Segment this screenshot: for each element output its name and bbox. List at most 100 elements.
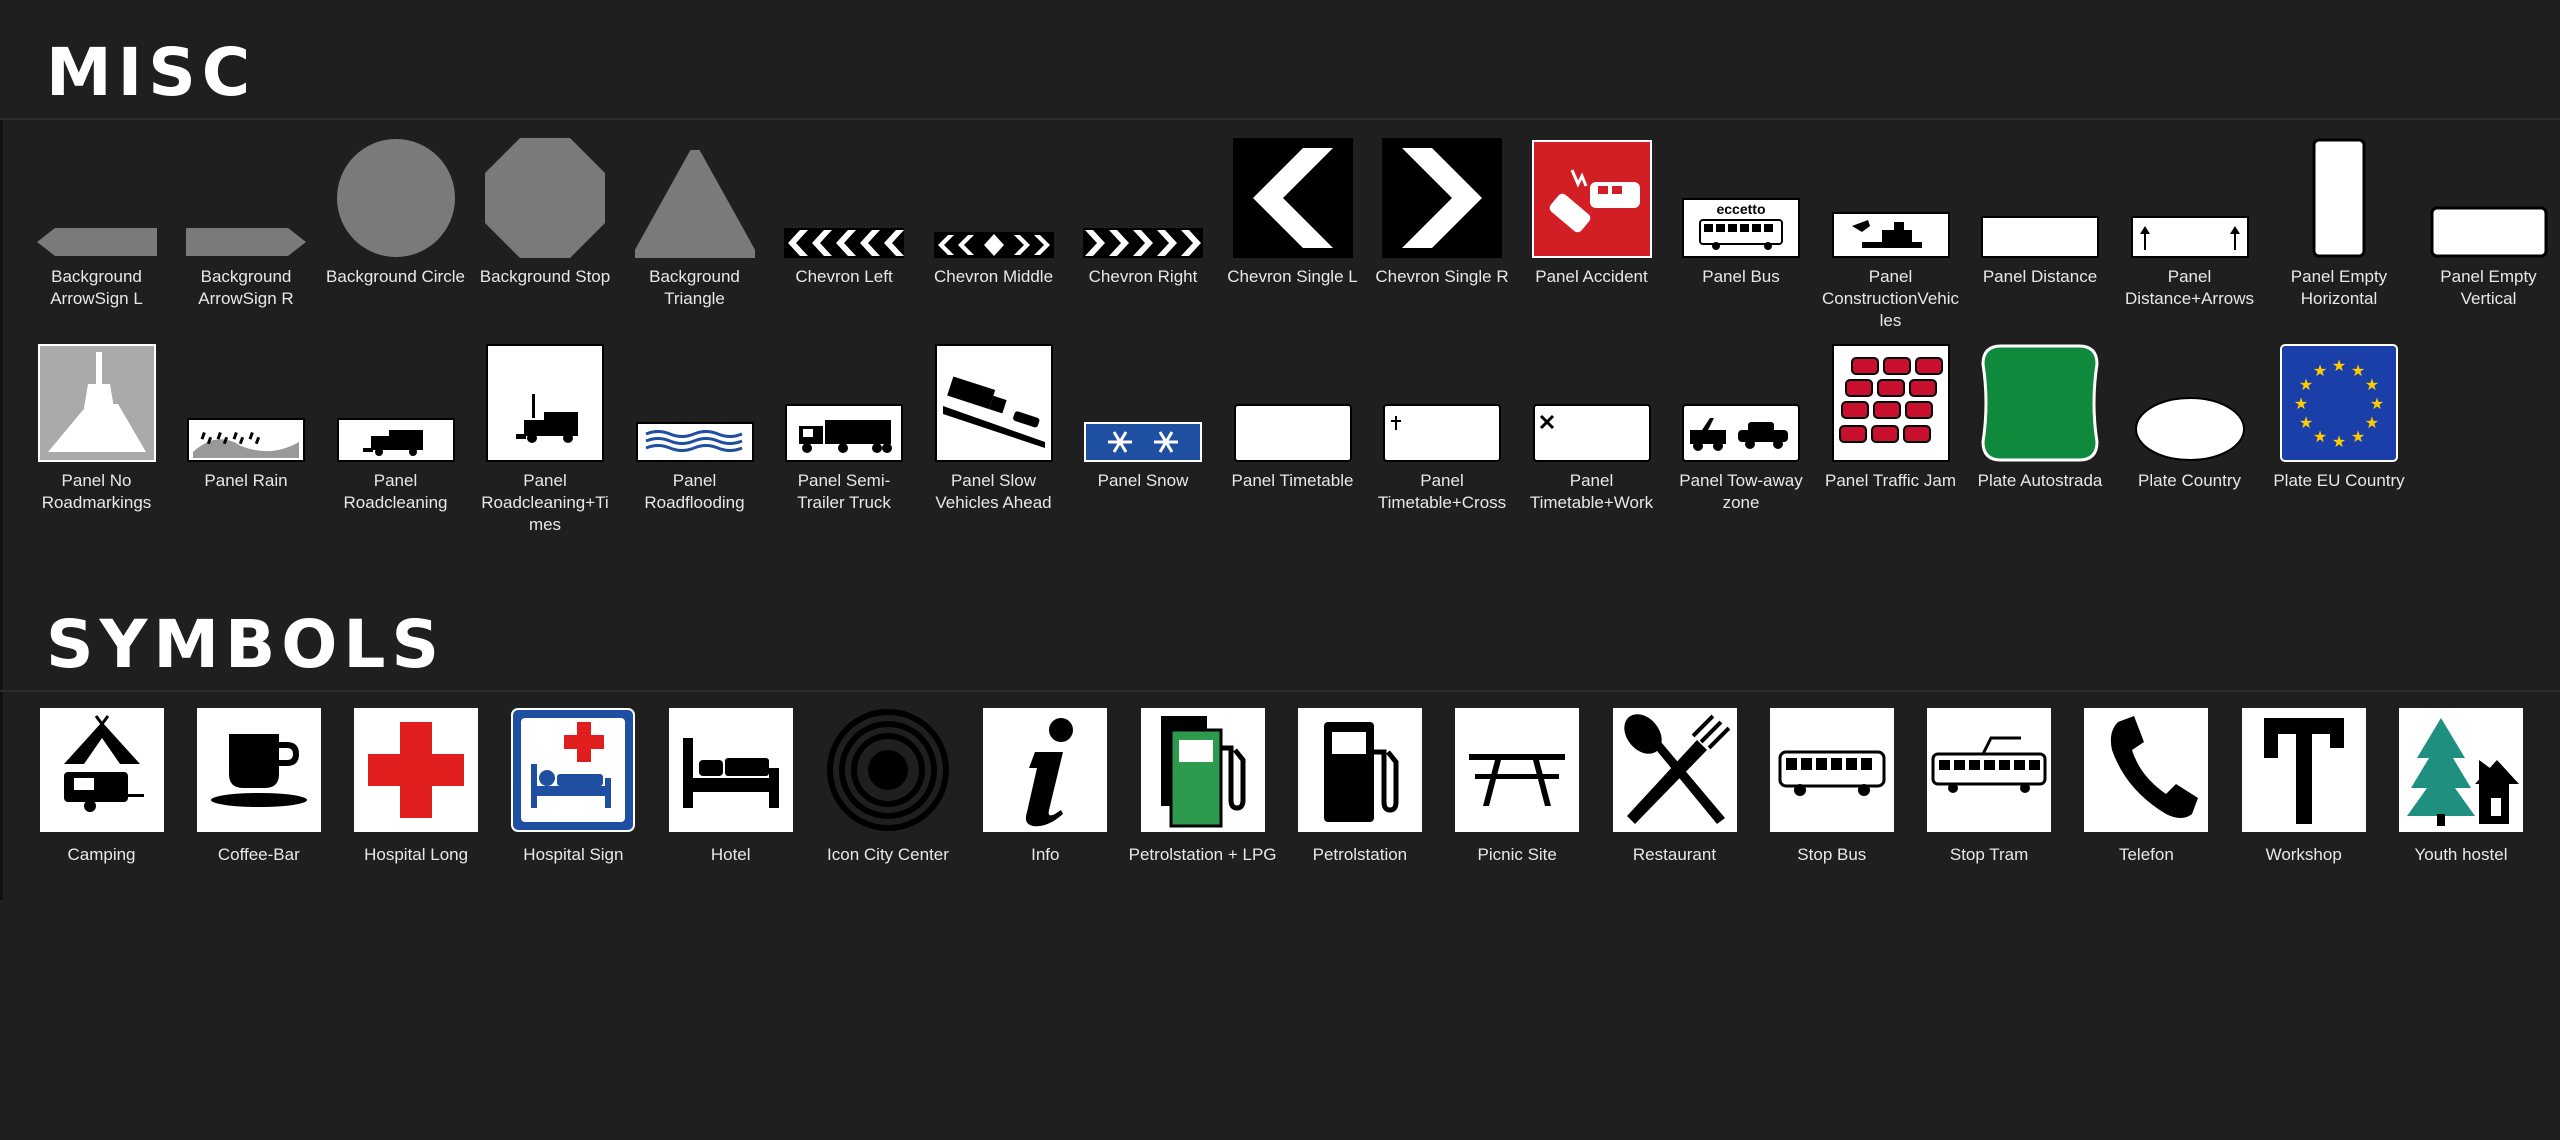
misc-item[interactable]: Panel Snow xyxy=(1069,334,1218,492)
misc-item[interactable]: Panel Rain xyxy=(172,334,321,492)
misc-item[interactable]: Chevron Middle xyxy=(919,130,1068,288)
misc-item[interactable]: Plate Autostrada xyxy=(1966,334,2115,492)
symbol-item[interactable]: Telefon xyxy=(2068,706,2225,866)
symbol-label: Hotel xyxy=(710,845,751,864)
misc-item[interactable]: Background Stop xyxy=(471,130,620,288)
symbol-item[interactable]: Picnic Site xyxy=(1439,706,1596,866)
misc-item[interactable]: Background ArrowSign L xyxy=(22,130,171,310)
left-edge xyxy=(0,120,3,900)
construction-vehicle-icon xyxy=(1816,130,1965,258)
wrench-icon xyxy=(2225,706,2382,834)
misc-item[interactable]: Chevron Single L xyxy=(1218,130,1367,288)
symbol-label: Picnic Site xyxy=(1477,845,1557,864)
symbol-label: Stop Tram xyxy=(1949,845,2029,864)
misc-label: Panel Tow-away zone xyxy=(1679,471,1803,512)
misc-label: Panel Bus xyxy=(1702,267,1780,286)
circle-icon xyxy=(321,130,470,258)
misc-item[interactable]: Panel Roadcleaning xyxy=(321,334,470,514)
misc-item[interactable]: Panel No Roadmarkings xyxy=(22,334,171,514)
misc-item[interactable]: Panel Tow-away zone xyxy=(1667,334,1816,514)
symbol-item[interactable]: Icon City Center xyxy=(810,706,967,866)
misc-item[interactable]: Panel Roadcleaning+Times xyxy=(471,334,620,536)
no-roadmarkings-icon xyxy=(22,334,171,462)
misc-item[interactable]: Panel Timetable xyxy=(1218,334,1367,492)
chevron-left-icon xyxy=(770,130,919,258)
city-center-icon xyxy=(810,706,967,834)
symbol-item[interactable]: Petrolstation xyxy=(1281,706,1438,866)
svg-text:★: ★ xyxy=(2313,361,2327,380)
misc-label: Panel Timetable xyxy=(1231,471,1354,490)
telephone-icon xyxy=(2068,706,2225,834)
misc-item[interactable]: eccetto Panel Bus xyxy=(1667,130,1816,288)
symbol-label: Petrolstation + LPG xyxy=(1128,845,1277,864)
slow-vehicles-icon xyxy=(919,334,1068,462)
misc-item[interactable]: Chevron Single R xyxy=(1368,130,1517,288)
symbol-item[interactable]: Stop Tram xyxy=(1911,706,2068,866)
traffic-jam-icon xyxy=(1816,334,1965,462)
tow-away-icon xyxy=(1667,334,1816,462)
symbol-item[interactable]: Restaurant xyxy=(1596,706,1753,866)
symbol-item[interactable]: Camping xyxy=(23,706,180,866)
hospital-bed-icon xyxy=(495,706,652,834)
misc-item[interactable]: Panel ConstructionVehicles xyxy=(1816,130,1965,332)
symbol-item[interactable]: Hospital Long xyxy=(338,706,495,866)
bus-panel-icon: eccetto xyxy=(1667,130,1816,258)
chevron-single-right-icon xyxy=(1368,130,1517,258)
misc-item[interactable]: Background Triangle xyxy=(620,130,769,310)
misc-item[interactable]: Plate Country xyxy=(2115,334,2264,492)
arrow-sign-left-icon xyxy=(22,130,171,258)
misc-item[interactable]: ★ ★ ★ ★ ★ ★ ★ ★ ★ ★ ★ ★ Plate EU Country xyxy=(2265,334,2414,492)
misc-item[interactable]: Panel Timetable+Cross xyxy=(1368,334,1517,514)
symbol-label: Coffee-Bar xyxy=(217,845,300,864)
misc-label: Panel Accident xyxy=(1535,267,1648,286)
symbol-item[interactable]: Petrolstation + LPG xyxy=(1124,706,1281,866)
distance-panel-icon xyxy=(1966,130,2115,258)
misc-label: Panel Roadcleaning+Times xyxy=(481,471,609,534)
svg-text:★: ★ xyxy=(2365,413,2379,432)
misc-label: Background Circle xyxy=(326,267,465,286)
symbol-item[interactable]: Hotel xyxy=(652,706,809,866)
misc-item[interactable]: Panel Distance+Arrows xyxy=(2115,130,2264,310)
symbol-label: Stop Bus xyxy=(1797,845,1867,864)
misc-item[interactable]: Panel Empty Horizontal xyxy=(2265,130,2414,310)
svg-text:★: ★ xyxy=(2294,394,2308,413)
symbol-item[interactable]: Coffee-Bar xyxy=(180,706,337,866)
bus-icon xyxy=(1753,706,1910,834)
timetable-icon xyxy=(1218,334,1367,462)
rain-icon xyxy=(172,334,321,462)
triangle-icon xyxy=(620,130,769,258)
misc-item[interactable]: Background ArrowSign R xyxy=(172,130,321,310)
semi-trailer-truck-icon xyxy=(770,334,919,462)
misc-label: Panel ConstructionVehicles xyxy=(1821,267,1960,330)
misc-item[interactable]: Chevron Right xyxy=(1069,130,1218,288)
symbol-item[interactable]: Youth hostel xyxy=(2383,706,2540,866)
tram-icon xyxy=(1911,706,2068,834)
misc-item[interactable]: Panel Distance xyxy=(1966,130,2115,288)
misc-item[interactable]: Panel Semi-Trailer Truck xyxy=(770,334,919,514)
symbol-item[interactable]: Hospital Sign xyxy=(495,706,652,866)
misc-item[interactable]: Panel Slow Vehicles Ahead xyxy=(919,334,1068,514)
svg-text:★: ★ xyxy=(2299,375,2313,394)
svg-text:★: ★ xyxy=(2351,361,2365,380)
misc-item[interactable]: Panel Roadflooding xyxy=(620,334,769,514)
misc-item[interactable]: Background Circle xyxy=(321,130,470,288)
symbol-label: Telefon xyxy=(2118,845,2174,864)
symbol-item[interactable]: Stop Bus xyxy=(1753,706,1910,866)
section-divider-symbols xyxy=(0,690,2560,692)
info-icon xyxy=(967,706,1124,834)
symbol-item[interactable]: Info xyxy=(967,706,1124,866)
misc-item[interactable]: Panel Accident xyxy=(1517,130,1666,288)
eu-flag-icon: ★ ★ ★ ★ ★ ★ ★ ★ ★ ★ ★ ★ xyxy=(2265,334,2414,462)
misc-label: Background Triangle xyxy=(649,267,740,308)
misc-label: Chevron Right xyxy=(1088,267,1198,286)
section-title-misc: MISC xyxy=(46,34,257,111)
svg-text:★: ★ xyxy=(2299,413,2313,432)
misc-item[interactable]: Panel Traffic Jam xyxy=(1816,334,1965,492)
misc-label: Panel Empty Vertical xyxy=(2440,267,2537,308)
misc-item[interactable]: Panel Timetable+Work xyxy=(1517,334,1666,514)
misc-item[interactable]: Chevron Left xyxy=(770,130,919,288)
misc-label: Panel Traffic Jam xyxy=(1824,471,1957,490)
misc-label: Panel Roadcleaning xyxy=(343,471,448,512)
misc-item[interactable]: Panel Empty Vertical xyxy=(2414,130,2560,310)
symbol-item[interactable]: Workshop xyxy=(2225,706,2382,866)
